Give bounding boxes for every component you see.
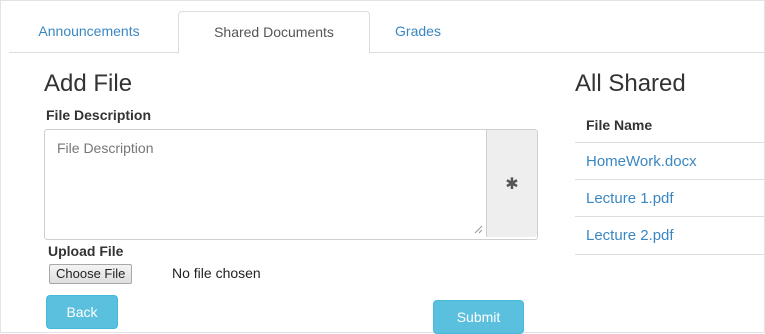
table-row: Lecture 1.pdf	[575, 179, 765, 217]
add-file-title: Add File	[44, 70, 133, 97]
resize-handle-icon[interactable]	[474, 225, 483, 234]
description-addon: ✱	[487, 130, 537, 237]
file-description-placeholder: File Description	[57, 140, 154, 156]
upload-file-label: Upload File	[48, 243, 124, 259]
file-link-lecture-1[interactable]: Lecture 1.pdf	[586, 190, 674, 207]
table-row: Lecture 2.pdf	[575, 216, 765, 255]
choose-file-button[interactable]: Choose File	[49, 264, 133, 284]
file-description-label: File Description	[46, 107, 152, 123]
tab-announcements[interactable]: Announcements	[9, 12, 169, 51]
back-button[interactable]: Back	[46, 295, 118, 329]
tab-bar: Announcements Shared Documents Grades	[9, 0, 765, 54]
file-link-homework[interactable]: HomeWork.docx	[586, 153, 697, 170]
submit-button[interactable]: Submit	[433, 300, 524, 334]
tab-grades[interactable]: Grades	[378, 12, 458, 51]
no-file-chosen-text: No file chosen	[172, 265, 261, 281]
asterisk-icon: ✱	[505, 175, 519, 193]
tab-shared-documents[interactable]: Shared Documents	[178, 11, 370, 54]
file-description-input[interactable]: File Description	[45, 130, 487, 237]
file-name-column-header: File Name	[586, 117, 653, 133]
file-description-group: File Description ✱	[44, 129, 538, 240]
all-shared-title: All Shared	[575, 70, 686, 97]
table-row: HomeWork.docx	[575, 142, 765, 180]
file-link-lecture-2[interactable]: Lecture 2.pdf	[586, 227, 674, 244]
